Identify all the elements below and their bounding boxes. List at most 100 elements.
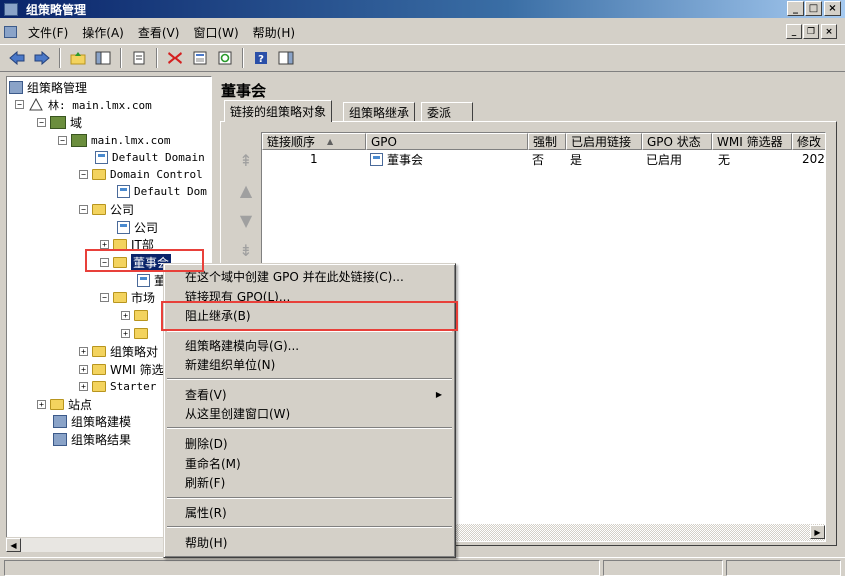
mdi-close-button[interactable]: × [821,24,837,39]
tree-item-market-sub1[interactable]: + [121,307,152,324]
column-header-link-enabled[interactable]: 已启用链接 [566,133,642,150]
delete-icon[interactable] [164,47,186,69]
move-top-icon[interactable]: ⇞ [236,150,256,170]
collapse-icon[interactable]: − [58,136,67,145]
scroll-left-icon[interactable]: ◀ [6,538,21,552]
menu-help[interactable]: 帮助(H) [246,22,302,42]
collapse-icon[interactable]: − [79,205,88,214]
tree-item-domains[interactable]: − 域 [37,114,82,131]
expand-icon[interactable]: + [121,329,130,338]
menu-new-window[interactable]: 从这里创建窗口(W) [185,405,290,422]
refresh-icon[interactable] [214,47,236,69]
menu-block-inheritance[interactable]: 阻止继承(B) [185,307,251,324]
expand-icon[interactable]: + [100,240,109,249]
tab-linked-gpos[interactable]: 链接的组策略对象 [224,100,333,122]
tree-item-gpo-objects[interactable]: + 组策略对 [79,343,158,360]
column-header-gpo[interactable]: GPO [366,133,528,150]
menu-link-existing-gpo[interactable]: 链接现有 GPO(L)... [185,288,290,305]
tree-item-wmi-filters[interactable]: + WMI 筛选 [79,361,164,378]
tree-item-starter[interactable]: + Starter [79,378,156,395]
tree-item-domain[interactable]: − main.lmx.com [58,132,170,149]
move-bottom-icon[interactable]: ⇟ [236,240,256,260]
menu-new-ou[interactable]: 新建组织单位(N) [185,356,275,373]
gpo-link-icon [370,152,383,166]
collapse-icon[interactable]: − [100,258,109,267]
menu-window[interactable]: 窗口(W) [186,22,245,42]
status-bar [0,557,845,576]
menu-rename[interactable]: 重命名(M) [185,455,241,472]
column-header-modified[interactable]: 修改 [792,133,825,150]
tree-item-default-domain-policy[interactable]: Default Domain [95,149,205,166]
tree-item-default-dc-policy[interactable]: Default Dom [117,183,207,200]
close-button[interactable]: × [824,1,841,16]
tree-item-domain-controllers[interactable]: − Domain Control [79,166,203,183]
menu-view[interactable]: 查看(V) [131,22,187,42]
sites-icon [50,399,64,410]
tab-inheritance[interactable]: 组策略继承 [343,102,416,122]
tree-item-market[interactable]: − 市场 [100,289,155,306]
forward-icon[interactable] [31,47,53,69]
collapse-icon[interactable]: − [79,170,88,179]
expand-icon[interactable]: + [37,400,46,409]
menu-separator [167,427,452,429]
collapse-icon[interactable]: − [15,100,24,109]
tree-label: 林: main.lmx.com [48,98,152,112]
tree-label: 组策略建模 [71,415,132,429]
tree-item-root[interactable]: 组策略管理 [9,79,87,96]
column-header-enforced[interactable]: 强制 [528,133,566,150]
menu-properties[interactable]: 属性(R) [185,504,227,521]
tree-item-board[interactable]: − 董事会 [100,254,172,271]
tree-item-sites[interactable]: + 站点 [37,396,92,413]
menu-action[interactable]: 操作(A) [75,22,131,42]
up-folder-icon[interactable] [67,47,89,69]
scroll-right-icon[interactable]: ▶ [810,525,825,539]
action-pane-icon[interactable] [275,47,297,69]
cell-gpo: 董事会 [370,151,520,167]
menu-separator [167,330,452,332]
results-icon [53,433,67,446]
ou-folder-icon [134,328,148,339]
menu-delete[interactable]: 删除(D) [185,435,228,452]
show-tree-icon[interactable] [92,47,114,69]
menu-refresh[interactable]: 刷新(F) [185,474,225,491]
maximize-button[interactable]: □ [805,1,822,16]
tree-item-company[interactable]: − 公司 [79,201,134,218]
column-header-wmi-filter[interactable]: WMI 筛选器 [712,133,792,150]
copy-icon[interactable] [128,47,150,69]
move-up-icon[interactable]: ▲ [236,180,256,200]
tree-label: Starter [110,380,157,393]
back-icon[interactable] [6,47,28,69]
tree-item-modeling[interactable]: 组策略建模 [53,413,131,430]
column-header-gpo-status[interactable]: GPO 状态 [642,133,712,150]
tab-delegation[interactable]: 委派 [421,102,473,122]
expand-icon[interactable]: + [79,347,88,356]
toolbar-separator [156,48,158,68]
submenu-arrow-icon: ▶ [435,390,442,399]
mdi-restore-button[interactable]: ❐ [803,24,819,39]
tree-label: 组策略结果 [71,433,132,447]
tree-item-results[interactable]: 组策略结果 [53,431,131,448]
column-header-link-order[interactable]: 链接顺序 ▲ [262,133,366,150]
mdi-minimize-button[interactable]: _ [786,24,802,39]
properties-icon[interactable] [189,47,211,69]
menu-create-and-link-gpo[interactable]: 在这个域中创建 GPO 并在此处链接(C)... [185,268,404,285]
help-icon[interactable]: ? [250,47,272,69]
menu-help[interactable]: 帮助(H) [185,534,227,551]
menu-modeling-wizard[interactable]: 组策略建模向导(G)... [185,337,299,354]
collapse-icon[interactable]: − [100,293,109,302]
move-down-icon[interactable]: ▼ [236,210,256,230]
menu-view[interactable]: 查看(V) ▶ [185,386,450,403]
expand-icon[interactable]: + [121,311,130,320]
cell-wmi-filter: 无 [718,152,731,167]
expand-icon[interactable]: + [79,365,88,374]
tree-item-it[interactable]: + IT部 [100,236,154,253]
tree-item-board-gpo[interactable]: 董 [137,272,166,289]
tree-item-forest[interactable]: − 林: main.lmx.com [15,96,152,113]
minimize-button[interactable]: _ [787,1,804,16]
tree-item-company-gpo[interactable]: 公司 [117,219,158,236]
tree-item-market-sub2[interactable]: + [121,325,152,342]
menu-file[interactable]: 文件(F) [21,22,75,42]
tree-label: 组策略管理 [27,81,88,95]
expand-icon[interactable]: + [79,382,88,391]
collapse-icon[interactable]: − [37,118,46,127]
